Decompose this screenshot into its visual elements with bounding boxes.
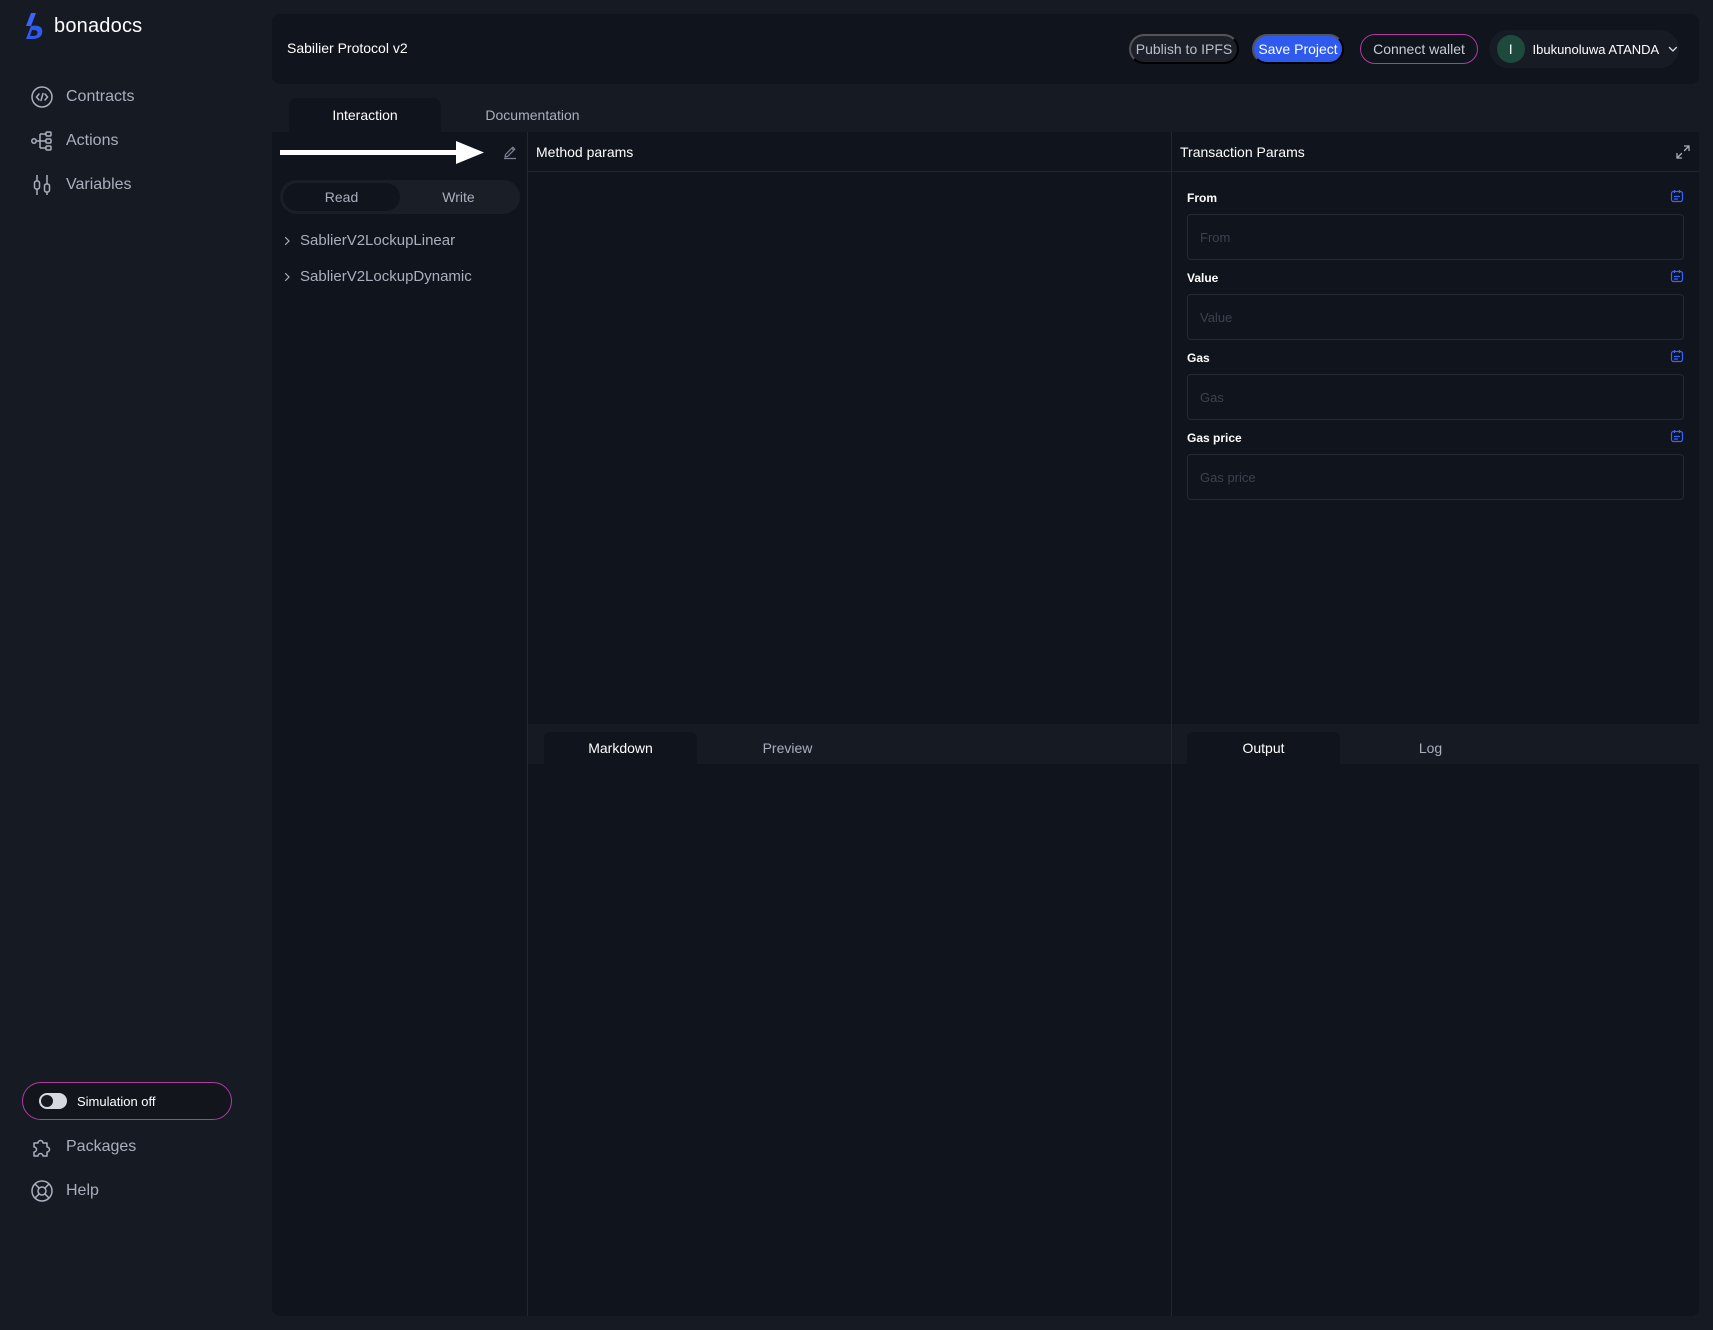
contract-name: SablierV2LockupLinear [300,232,456,249]
user-menu[interactable]: I Ibukunoluwa ATANDA [1489,30,1679,68]
calendar-icon[interactable] [1670,189,1684,203]
top-header: Sabilier Protocol v2 Publish to IPFS Sav… [272,14,1699,84]
sidebar-item-packages[interactable]: Packages [30,1133,136,1161]
value-label: Value [1187,271,1219,285]
contracts-panel: Read Write SablierV2LockupLinear Sablier… [272,132,528,1316]
write-button[interactable]: Write [400,183,517,211]
save-project-button[interactable]: Save Project [1252,34,1344,64]
contract-item-lockup-linear[interactable]: SablierV2LockupLinear [282,232,455,249]
tab-markdown[interactable]: Markdown [544,732,697,764]
avatar: I [1497,35,1525,63]
app-logo[interactable]: bonadocs [22,12,142,40]
chevron-right-icon [284,272,290,281]
connect-wallet-button[interactable]: Connect wallet [1360,34,1478,64]
transaction-params-header: Transaction Params [1172,132,1699,172]
sidebar-item-label: Contracts [66,88,135,105]
from-label: From [1187,191,1217,205]
edit-pencil-icon[interactable] [502,144,518,160]
transaction-params-title: Transaction Params [1180,144,1305,160]
sidebar-item-label: Help [66,1182,99,1199]
chevron-right-icon [284,236,290,245]
read-button[interactable]: Read [283,183,400,211]
tab-output[interactable]: Output [1187,732,1340,764]
from-input[interactable] [1187,214,1684,260]
sidebar-item-contracts[interactable]: Contracts [30,83,134,111]
user-name: Ibukunoluwa ATANDA [1532,41,1660,57]
sidebar-item-label: Variables [66,176,132,193]
divider [1171,724,1172,764]
gas-price-input[interactable] [1187,454,1684,500]
expand-icon[interactable] [1675,144,1691,160]
code-circle-icon [31,86,53,108]
calendar-icon[interactable] [1670,349,1684,363]
read-write-toggle: Read Write [280,180,520,214]
project-title: Sabilier Protocol v2 [287,40,408,56]
sidebar-item-actions[interactable]: Actions [30,127,118,155]
workspace: Read Write SablierV2LockupLinear Sablier… [272,132,1699,1316]
publish-ipfs-button[interactable]: Publish to IPFS [1129,34,1239,64]
markdown-editor-area[interactable] [528,764,1171,1316]
gas-label: Gas [1187,351,1210,365]
app-name: bonadocs [54,14,143,37]
chevron-down-icon [1668,46,1678,52]
contract-name: SablierV2LockupDynamic [300,268,472,285]
sidebar-item-variables[interactable]: Variables [30,171,132,199]
gas-price-label: Gas price [1187,431,1242,445]
contract-item-lockup-dynamic[interactable]: SablierV2LockupDynamic [282,268,472,285]
method-params-title: Method params [536,144,634,160]
method-params-panel: Method params [528,132,1171,724]
simulation-toggle[interactable]: Simulation off [22,1082,232,1120]
gas-input[interactable] [1187,374,1684,420]
lifebuoy-icon [31,1180,53,1202]
output-area [1171,764,1699,1316]
flow-icon [31,131,52,151]
arrow-right-icon [280,141,484,164]
tab-interaction[interactable]: Interaction [289,98,441,132]
sidebar-item-label: Packages [66,1138,137,1155]
bottom-tab-strip: Markdown Preview Output Log [528,724,1699,764]
tab-preview[interactable]: Preview [711,732,864,764]
sidebar: bonadocs Contracts Actions Variables Sim… [0,0,272,1330]
calendar-icon[interactable] [1670,429,1684,443]
simulation-switch[interactable] [39,1093,67,1109]
method-params-header: Method params [528,132,1171,172]
tab-log[interactable]: Log [1354,732,1507,764]
calendar-icon[interactable] [1670,269,1684,283]
puzzle-icon [33,1139,51,1157]
sliders-icon [33,175,51,195]
transaction-params-panel: Transaction Params From Value Gas Gas pr… [1171,132,1699,724]
bonadocs-logo-icon [26,13,43,39]
sidebar-item-help[interactable]: Help [30,1177,99,1205]
sidebar-item-label: Actions [66,132,119,149]
simulation-label: Simulation off [77,1093,156,1109]
value-input[interactable] [1187,294,1684,340]
tab-documentation[interactable]: Documentation [455,98,610,132]
